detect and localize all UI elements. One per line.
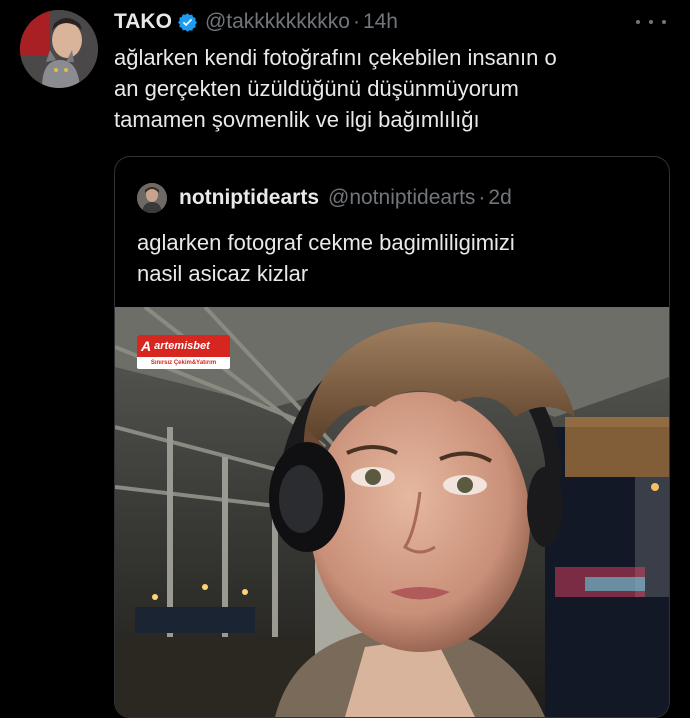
author-avatar[interactable]	[20, 10, 98, 88]
verified-badge-icon	[177, 12, 198, 33]
quoted-tweet-timestamp[interactable]: 2d	[488, 186, 511, 210]
tweet-text-line: ağlarken kendi fotoğrafını çekebilen ins…	[114, 45, 557, 70]
logo-mark: A	[141, 338, 152, 354]
quoted-tweet-photo[interactable]: A artemisbet Sınırsız Çekim&Yatırım	[115, 307, 669, 717]
author-handle[interactable]: @takkkkkkkkko	[205, 10, 350, 34]
separator-dot: ·	[478, 186, 486, 209]
quoted-tweet-card[interactable]: notniptidearts @notniptidearts · 2d agla…	[114, 156, 670, 718]
quoted-author-avatar[interactable]	[137, 183, 167, 213]
more-options-icon[interactable]	[636, 12, 666, 32]
logo-name: artemisbet	[154, 340, 210, 352]
tweet-header: TAKO @takkkkkkkkko · 14h	[114, 8, 398, 36]
quoted-author-handle[interactable]: @notniptidearts	[328, 186, 475, 210]
tweet-text-line: an gerçekten üzüldüğünü düşünmüyorum	[114, 76, 519, 101]
watermark-logo: A artemisbet Sınırsız Çekim&Yatırım	[137, 335, 230, 369]
tweet-text: ağlarken kendi fotoğrafını çekebilen ins…	[114, 42, 674, 135]
quoted-tweet-text-line: aglarken fotograf cekme bagimliligimizi	[137, 230, 515, 255]
tweet-timestamp[interactable]: 14h	[363, 10, 398, 34]
tweet-text-line: tamamen şovmenlik ve ilgi bağımlılığı	[114, 107, 480, 132]
author-name[interactable]: TAKO	[114, 10, 172, 34]
quoted-tweet-header: notniptidearts @notniptidearts · 2d	[179, 183, 512, 213]
quoted-tweet-text: aglarken fotograf cekme bagimliligimizi …	[137, 227, 657, 289]
separator-dot: ·	[352, 10, 360, 33]
logo-tagline: Sınırsız Çekim&Yatırım	[150, 360, 217, 366]
quoted-tweet-text-line: nasil asicaz kizlar	[137, 261, 309, 286]
tweet: TAKO @takkkkkkkkko · 14h ağlarken kendi …	[0, 0, 690, 718]
quoted-author-name[interactable]: notniptidearts	[179, 186, 319, 210]
